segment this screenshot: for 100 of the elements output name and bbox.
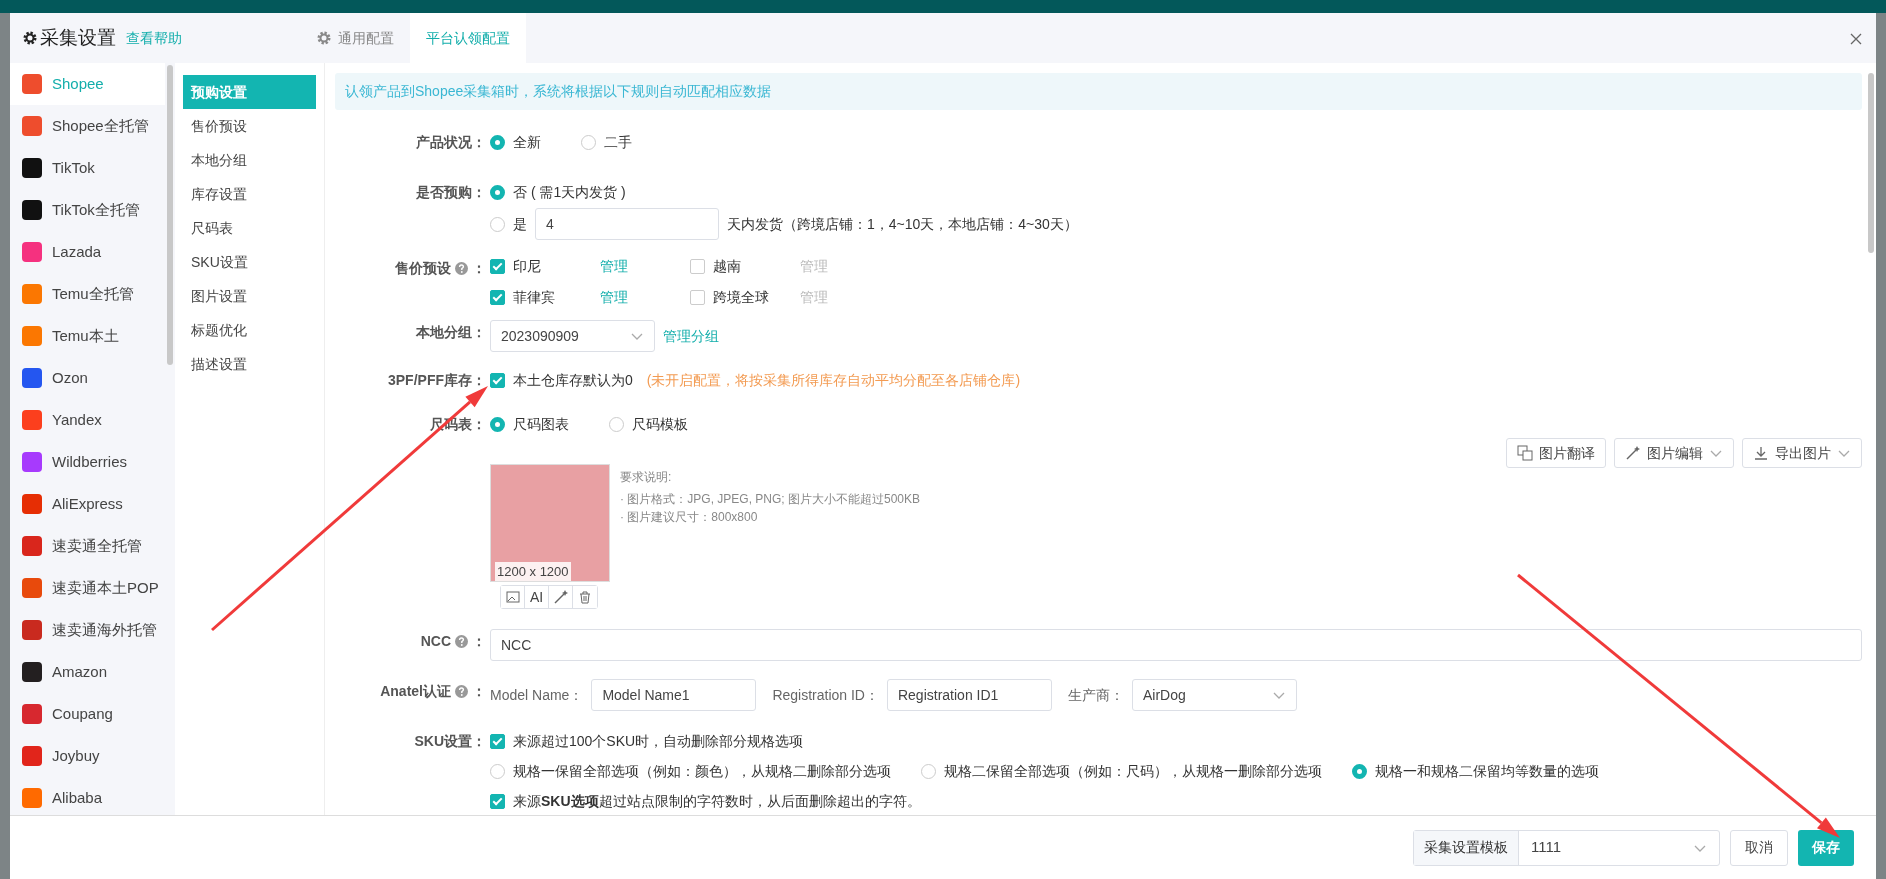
checkbox[interactable] (690, 290, 705, 305)
toolbar-button[interactable]: 图片编辑 (1614, 438, 1734, 468)
group-select[interactable]: 2023090909 (490, 320, 655, 352)
magic-wand-icon (1625, 445, 1641, 461)
platform-item[interactable]: 速卖通海外托管 (10, 609, 165, 651)
platform-item[interactable]: Coupang (10, 693, 165, 735)
text-input[interactable]: Registration ID1 (886, 679, 1052, 711)
image-translate-icon (1517, 445, 1533, 461)
field-label: 本地分组： (416, 322, 486, 342)
field-label: SKU设置： (414, 731, 486, 751)
text-input[interactable]: Model Name1 (591, 679, 757, 711)
toolbar-button[interactable]: 图片翻译 (1506, 438, 1606, 468)
platform-item[interactable]: Temu全托管 (10, 273, 165, 315)
help-icon (455, 634, 468, 648)
section-item[interactable]: 图片设置 (183, 279, 316, 313)
section-item[interactable]: 标题优化 (183, 313, 316, 347)
platform-item[interactable]: Alibaba (10, 777, 165, 815)
requirement-text: · 图片建议尺寸：800x800 (620, 509, 759, 526)
platform-item[interactable]: Wildberries (10, 441, 165, 483)
magic-wand-icon (552, 589, 569, 605)
select-value: AirDog (1142, 685, 1186, 705)
checkbox[interactable] (490, 793, 505, 809)
platform-item[interactable]: Lazada (10, 231, 165, 273)
option-label: 二手 (604, 132, 632, 152)
radio-button[interactable] (490, 416, 505, 432)
section-item[interactable]: 库存设置 (183, 177, 316, 211)
checkbox[interactable] (490, 372, 505, 388)
section-item[interactable]: 售价预设 (183, 109, 316, 143)
image-action-button[interactable] (501, 586, 525, 608)
field-label: Registration ID： (772, 685, 879, 705)
section-item[interactable]: 本地分组 (183, 143, 316, 177)
option-label: 尺码模板 (632, 414, 688, 434)
platform-item[interactable]: Joybuy (10, 735, 165, 777)
toolbar-button[interactable]: 导出图片 (1742, 438, 1862, 468)
platform-item[interactable]: TikTok (10, 147, 165, 189)
option-label: 规格一保留全部选项（例如：颜色），从规格二删除部分选项 (513, 761, 891, 781)
radio-button[interactable] (490, 184, 505, 200)
option-label: 规格一和规格二保留均等数量的选项 (1375, 761, 1599, 781)
field-label: 3PF/PFF库存： (388, 370, 486, 390)
option-label: 全新 (513, 132, 541, 152)
field-label: Model Name： (490, 685, 584, 705)
section-item[interactable]: 描述设置 (183, 347, 316, 381)
notice-banner: 认领产品到Shopee采集箱时，系统将根据以下规则自动匹配相应数据 (335, 73, 1862, 110)
requirement-text: · 图片格式：JPG, JPEG, PNG; 图片大小不能超过500KB (620, 491, 921, 508)
select-label: 采集设置模板 (1414, 830, 1519, 865)
template-select[interactable]: 采集设置模板 1111 (1413, 829, 1720, 866)
option-label: 越南 (713, 257, 741, 276)
radio-button[interactable] (581, 134, 596, 150)
days-note: 天内发货（跨境店铺：1，4~10天，本地店铺：4~30天） (727, 214, 1078, 234)
platform-item[interactable]: Shopee全托管 (10, 105, 165, 147)
select-value: 2023090909 (501, 326, 579, 346)
label-colon: ： (472, 681, 486, 701)
checkbox[interactable] (690, 259, 705, 274)
option-label: 规格二保留全部选项（例如：尺码），从规格一删除部分选项 (944, 761, 1322, 781)
radio-button[interactable] (490, 763, 505, 779)
field-label: 生产商： (1067, 685, 1124, 705)
help-icon (455, 684, 468, 698)
section-item[interactable]: 尺码表 (183, 211, 316, 245)
checkbox[interactable] (490, 733, 505, 749)
radio-button[interactable] (490, 216, 505, 232)
platform-item[interactable]: Yandex (10, 399, 165, 441)
dialog-title: 采集设置 (40, 25, 116, 50)
select-value: 1111 (1531, 837, 1562, 858)
radio-button[interactable] (921, 763, 936, 779)
platform-item[interactable]: 速卖通本土POP (10, 567, 165, 609)
option-label: 菲律宾 (513, 288, 555, 307)
section-item[interactable]: SKU设置 (183, 245, 316, 279)
platform-item[interactable]: Ozon (10, 357, 165, 399)
checkbox[interactable] (490, 259, 505, 274)
cancel-button[interactable]: 取消 (1730, 829, 1788, 866)
option-label: 来源超过100个SKU时，自动删除部分规格选项 (513, 731, 804, 751)
radio-button[interactable] (1352, 763, 1367, 779)
maker-select[interactable]: AirDog (1131, 679, 1297, 711)
platform-item[interactable]: 速卖通全托管 (10, 525, 165, 567)
radio-button[interactable] (609, 416, 624, 432)
option-label: 本土仓库存默认为0 (513, 370, 633, 390)
days-input[interactable]: 4 (535, 208, 719, 240)
help-icon (455, 261, 468, 275)
option-label: 印尼 (513, 257, 541, 276)
field-label: Anatel认证 (380, 681, 451, 701)
label-colon: ： (472, 258, 486, 278)
field-label: 售价预设 (395, 258, 451, 278)
platform-item[interactable]: TikTok全托管 (10, 189, 165, 231)
option-label: 否 ( 需1天内发货 ) (513, 182, 626, 202)
ncc-input[interactable]: NCC (490, 629, 1862, 661)
label-colon: ： (472, 631, 486, 651)
field-label: NCC (420, 631, 451, 651)
platform-item[interactable]: AliExpress (10, 483, 165, 525)
stock-note: (未开启配置，将按采集所得库存自动平均分配至各店铺仓库) (646, 370, 1021, 390)
download-icon (1753, 445, 1769, 461)
gear-icon (22, 30, 38, 46)
platform-item[interactable]: Temu本土 (10, 315, 165, 357)
radio-button[interactable] (490, 134, 505, 150)
requirements-title: 要求说明: (620, 469, 673, 486)
field-label: 是否预购： (416, 182, 486, 202)
gear-icon (316, 30, 332, 46)
platform-item[interactable]: Amazon (10, 651, 165, 693)
checkbox[interactable] (490, 290, 505, 305)
close-icon (1849, 31, 1863, 46)
option-label: 是 (513, 214, 527, 234)
